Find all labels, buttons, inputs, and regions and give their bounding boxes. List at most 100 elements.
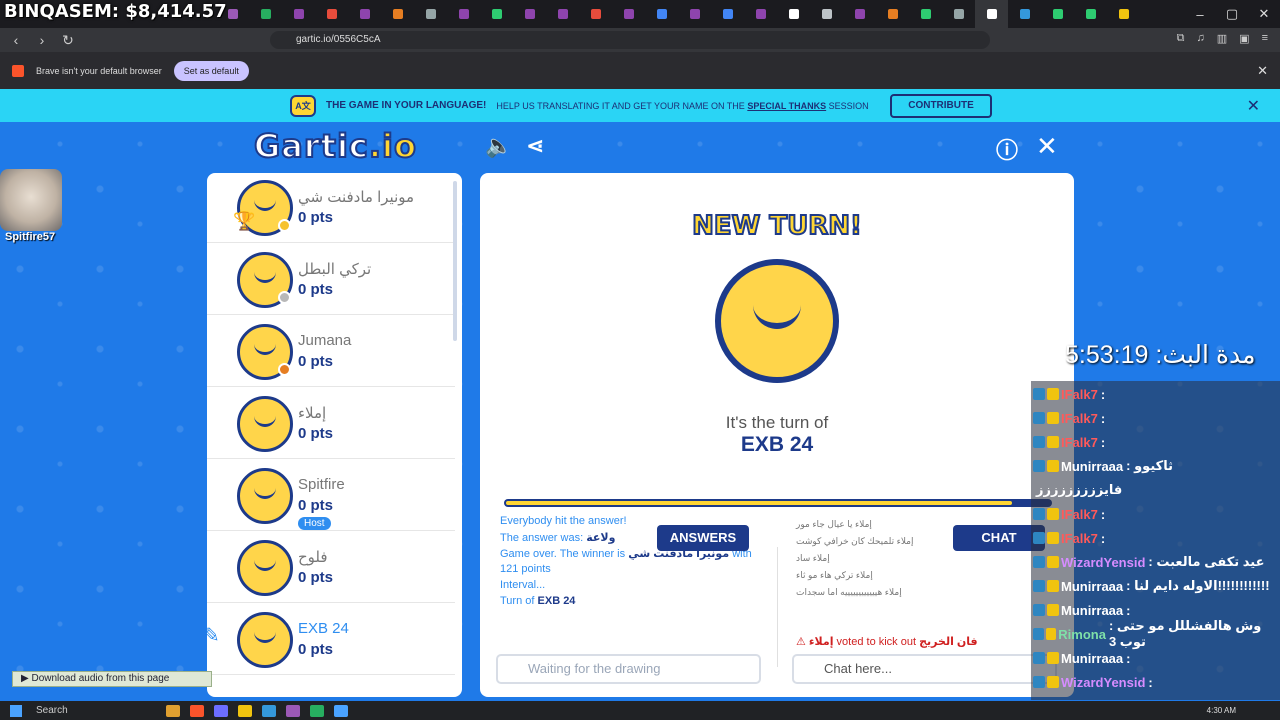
- browser-tab[interactable]: [876, 0, 909, 28]
- language-banner-text: HELP US TRANSLATING IT AND GET YOUR NAME…: [496, 101, 868, 111]
- browser-tab[interactable]: [1074, 0, 1107, 28]
- chat-username: Munirraaa: [1061, 458, 1124, 474]
- browser-tab[interactable]: [348, 0, 381, 28]
- player-row[interactable]: Jumana 0 pts: [207, 317, 455, 387]
- chat-badge-icon: [1033, 628, 1044, 640]
- answer-log-line: Everybody hit the answer!: [500, 515, 627, 527]
- chat-badge-icon: [1033, 532, 1045, 544]
- tab-favicon-icon: [821, 9, 832, 19]
- contribute-button[interactable]: CONTRIBUTE: [890, 94, 992, 118]
- player-points: 0 pts: [298, 569, 334, 586]
- taskbar-app-icon[interactable]: [214, 704, 228, 717]
- browser-tab[interactable]: [381, 0, 414, 28]
- tab-favicon-icon: [524, 9, 535, 19]
- sidebar-icon[interactable]: ▥: [1217, 32, 1227, 45]
- browser-tab[interactable]: [678, 0, 711, 28]
- browser-tab[interactable]: [579, 0, 612, 28]
- close-game-icon[interactable]: ✕: [1036, 131, 1058, 162]
- info-icon[interactable]: ⓘ: [996, 133, 1018, 165]
- taskbar-app-icon[interactable]: [334, 704, 348, 717]
- menu-icon[interactable]: ≡: [1262, 32, 1268, 45]
- default-browser-infobar: Brave isn't your default browser Set as …: [0, 52, 1280, 89]
- player-row[interactable]: تركي البطل 0 pts: [207, 245, 455, 315]
- browser-tab[interactable]: [909, 0, 942, 28]
- browser-tab[interactable]: [480, 0, 513, 28]
- player-list-scrollbar[interactable]: [453, 181, 457, 341]
- forward-icon[interactable]: ›: [32, 32, 52, 48]
- stream-chat-message: Rimona: وش هالفشللل مو حتى توب 3: [1033, 618, 1280, 649]
- reload-icon[interactable]: ↻: [58, 32, 78, 49]
- back-icon[interactable]: ‹: [6, 32, 26, 48]
- answer-input[interactable]: Waiting for the drawing: [496, 654, 761, 684]
- browser-tab[interactable]: [975, 0, 1008, 28]
- browser-tab[interactable]: [414, 0, 447, 28]
- browser-tab[interactable]: [315, 0, 348, 28]
- player-points: 0 pts: [298, 209, 334, 226]
- player-row[interactable]: Spitfire 0 pts Host: [207, 461, 455, 531]
- taskbar-app-icon[interactable]: [238, 704, 252, 717]
- browser-tab[interactable]: [447, 0, 480, 28]
- answer-log-line: Turn of EXB 24: [500, 595, 575, 607]
- browser-tab[interactable]: [1041, 0, 1074, 28]
- chat-username: IFalk7: [1061, 506, 1098, 522]
- browser-tab[interactable]: [249, 0, 282, 28]
- chat-badge-icon: [1047, 556, 1059, 568]
- browser-tab[interactable]: [645, 0, 678, 28]
- browser-tab[interactable]: [942, 0, 975, 28]
- player-avatar: [237, 612, 293, 668]
- avatar-smile: [254, 413, 276, 427]
- stream-chat-message: فايززززززززز: [1033, 479, 1122, 501]
- infobar-message: Brave isn't your default browser: [36, 65, 162, 76]
- chat-badge-icon: [1033, 460, 1045, 472]
- share-icon[interactable]: ⋖: [526, 133, 544, 159]
- music-icon[interactable]: ♫: [1197, 32, 1205, 45]
- wallet-icon[interactable]: ▣: [1239, 32, 1249, 45]
- download-audio-button[interactable]: ▶ Download audio from this page: [12, 671, 212, 687]
- browser-tab[interactable]: [1107, 0, 1140, 28]
- answers-tab[interactable]: ANSWERS: [657, 525, 749, 551]
- taskbar-app-icon[interactable]: [286, 704, 300, 717]
- player-row[interactable]: إملاء 0 pts: [207, 389, 455, 459]
- browser-tab[interactable]: [546, 0, 579, 28]
- stream-money-overlay: BINQASEM: $8,414.57: [4, 1, 227, 22]
- chat-log-line: إملاء تركي هاء مو ثاء: [796, 570, 873, 580]
- extension-icon[interactable]: ⧉: [1177, 32, 1185, 45]
- gartic-logo: Gartic.io: [253, 126, 417, 166]
- tab-favicon-icon: [689, 9, 700, 19]
- windows-start-icon[interactable]: [10, 704, 22, 717]
- sound-icon[interactable]: 🔈: [485, 133, 512, 159]
- maximize-button[interactable]: ▢: [1216, 0, 1248, 28]
- close-window-button[interactable]: ✕: [1248, 0, 1280, 28]
- taskbar-app-icon[interactable]: [190, 704, 204, 717]
- chat-input[interactable]: Chat here...: [792, 654, 1057, 684]
- browser-tab[interactable]: [843, 0, 876, 28]
- close-infobar-icon[interactable]: ✕: [1257, 63, 1268, 79]
- browser-tab[interactable]: [744, 0, 777, 28]
- taskbar-app-icon[interactable]: [166, 704, 180, 717]
- taskbar-app-icon[interactable]: [262, 704, 276, 717]
- taskbar-search[interactable]: Search: [36, 705, 156, 716]
- player-row[interactable]: EXB 24 0 pts ✎: [207, 605, 455, 675]
- browser-tab[interactable]: [711, 0, 744, 28]
- player-status-dot: [278, 363, 291, 376]
- set-default-button[interactable]: Set as default: [173, 60, 249, 81]
- browser-tab[interactable]: [282, 0, 315, 28]
- drawing-board[interactable]: NEW TURN! It's the turn of EXB 24: [480, 173, 1074, 523]
- minimize-button[interactable]: –: [1184, 0, 1216, 28]
- chat-text: : عيد تكفى مالعبت: [1148, 554, 1265, 569]
- logo-io: .io: [368, 126, 417, 166]
- browser-tab[interactable]: [1008, 0, 1041, 28]
- player-row[interactable]: مونيرا مادفنت شي 0 pts 🏆: [207, 173, 455, 243]
- taskbar-app-icon[interactable]: [310, 704, 324, 717]
- close-banner-icon[interactable]: ✕: [1247, 96, 1260, 116]
- player-row[interactable]: فلوح 0 pts: [207, 533, 455, 603]
- log-text: The answer was:: [500, 532, 584, 544]
- stream-chat-message: WizardYensid:: [1033, 671, 1153, 693]
- chat-badge-icon: [1047, 604, 1059, 616]
- url-field[interactable]: gartic.io/0556C5cA: [270, 31, 990, 49]
- browser-tab[interactable]: [810, 0, 843, 28]
- browser-tab[interactable]: [513, 0, 546, 28]
- browser-tab[interactable]: [777, 0, 810, 28]
- browser-tab[interactable]: [612, 0, 645, 28]
- special-thanks-link[interactable]: SPECIAL THANKS: [747, 101, 826, 111]
